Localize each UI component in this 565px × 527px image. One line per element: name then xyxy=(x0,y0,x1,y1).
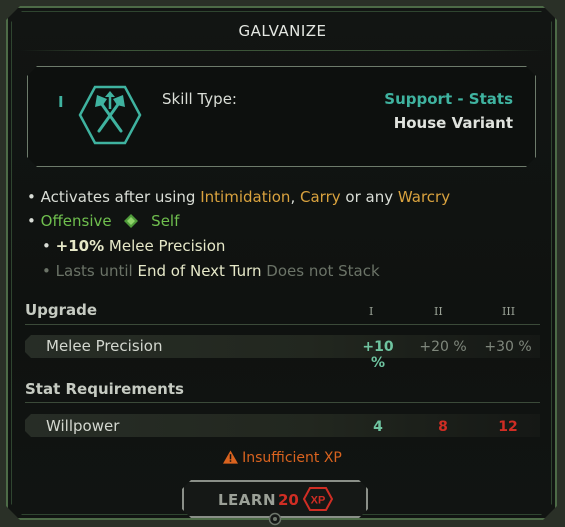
target-offensive: Offensive xyxy=(40,212,112,230)
skill-title: GALVANIZE xyxy=(238,22,327,40)
crossed-axes-icon xyxy=(78,85,142,145)
target-self: Self xyxy=(151,212,180,230)
skill-tier: I xyxy=(58,93,64,111)
xp-badge-icon: XP xyxy=(303,487,333,511)
warning-icon xyxy=(223,450,239,464)
upgrade-value-tier-1: +10 % xyxy=(362,339,394,371)
requirement-value-tier-1: 4 xyxy=(373,419,383,435)
warning-text: Insufficient XP xyxy=(242,450,342,466)
upgrade-tier-1: I xyxy=(369,305,374,318)
upgrade-tier-2: II xyxy=(434,305,443,318)
upgrade-tier-3: III xyxy=(502,305,516,318)
skill-type-value: Support - Stats xyxy=(384,90,513,108)
upgrade-divider xyxy=(25,324,540,325)
trigger-separator: , xyxy=(290,188,296,206)
duration-bullet: • xyxy=(42,262,51,280)
duration-value: End of Next Turn xyxy=(137,262,262,280)
duration-line: • Lasts until End of Next Turn Does not … xyxy=(42,262,380,280)
trigger-prefix: • Activates after using xyxy=(27,188,196,206)
effect-bullet: • xyxy=(42,237,51,255)
trigger-carry: Carry xyxy=(300,188,341,206)
requirement-row-label: Willpower xyxy=(46,417,120,435)
insufficient-xp-warning: Insufficient XP xyxy=(0,450,565,466)
upgrade-row-label: Melee Precision xyxy=(46,337,163,355)
requirement-value-tier-2: 8 xyxy=(438,419,448,435)
effect-stat: Melee Precision xyxy=(108,237,226,255)
requirement-value-tier-3: 12 xyxy=(498,419,518,435)
requirements-divider xyxy=(25,402,540,403)
skill-variant: House Variant xyxy=(393,114,513,132)
title-divider xyxy=(20,50,545,51)
duration-prefix: Lasts until xyxy=(55,262,133,280)
upgrade-heading: Upgrade xyxy=(25,301,98,319)
green-diamond-icon xyxy=(124,214,139,228)
duration-stack-note: Does not Stack xyxy=(266,262,380,280)
effect-line: • +10% Melee Precision xyxy=(42,237,225,255)
learn-cost: 20 xyxy=(278,491,299,509)
target-bullet: • xyxy=(27,212,36,230)
requirements-heading: Stat Requirements xyxy=(25,380,184,398)
skill-type-label: Skill Type: xyxy=(162,90,237,108)
effect-value: +10% xyxy=(55,237,105,255)
upgrade-value-tier-2: +20 % xyxy=(419,339,467,355)
trigger-intimidation: Intimidation xyxy=(200,188,291,206)
target-line: • Offensive Self xyxy=(27,212,179,230)
trigger-or-any: or any xyxy=(345,188,394,206)
learn-label: LEARN xyxy=(218,491,277,509)
trigger-line: • Activates after using Intimidation, Ca… xyxy=(27,188,450,206)
trigger-warcry: Warcry xyxy=(397,188,451,206)
panel-knob-icon xyxy=(268,512,282,526)
xp-badge-label: XP xyxy=(311,495,326,507)
upgrade-value-tier-3: +30 % xyxy=(484,339,532,355)
